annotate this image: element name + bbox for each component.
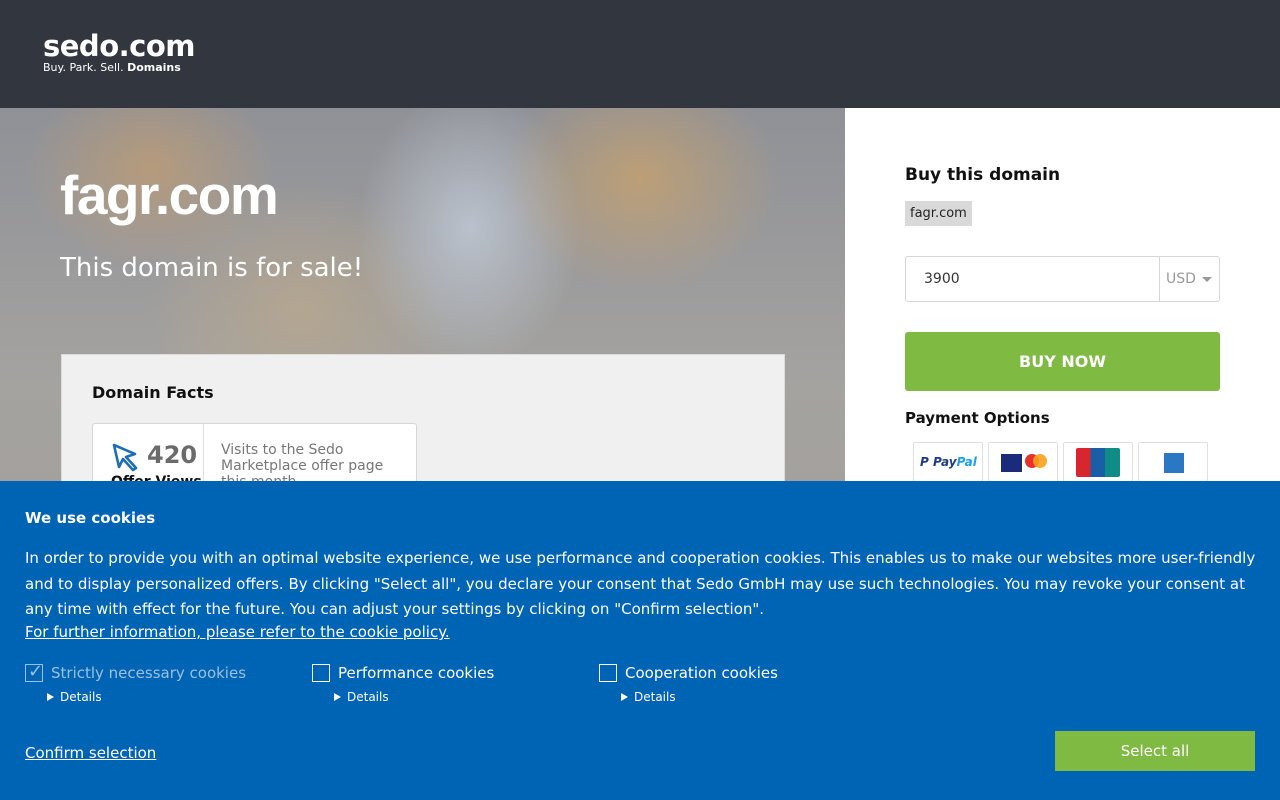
domain-facts-title: Domain Facts — [92, 383, 214, 402]
cookie-banner: We use cookies In order to provide you w… — [0, 481, 1280, 800]
unionpay-icon — [1076, 448, 1120, 477]
logo-text: sedo.com — [43, 29, 195, 63]
currency-select[interactable]: USD — [1160, 257, 1220, 301]
confirm-selection-link[interactable]: Confirm selection — [25, 744, 156, 762]
cursor-icon — [112, 443, 138, 472]
necessary-checkbox: ✓ — [25, 661, 44, 682]
unionpay-card — [1063, 442, 1133, 482]
triangle-right-icon — [47, 693, 54, 701]
buy-domain-title: Buy this domain — [905, 165, 1061, 185]
price-input[interactable] — [906, 257, 1160, 301]
site-header: sedo.com Buy. Park. Sell. Domains — [0, 0, 1280, 108]
paypal-icon: P PayPal — [920, 455, 977, 469]
triangle-right-icon — [334, 693, 341, 701]
amex-card — [1138, 442, 1208, 482]
sedo-logo[interactable]: sedo.com Buy. Park. Sell. Domains — [43, 30, 195, 74]
necessary-details-toggle[interactable]: Details — [47, 690, 102, 704]
select-all-button[interactable]: Select all — [1055, 731, 1255, 771]
details-label: Details — [634, 690, 676, 704]
cooperation-checkbox[interactable] — [599, 664, 617, 682]
cooperation-details-toggle[interactable]: Details — [621, 690, 676, 704]
performance-details-toggle[interactable]: Details — [334, 690, 389, 704]
currency-value: USD — [1166, 271, 1196, 287]
performance-label[interactable]: Performance cookies — [338, 664, 494, 682]
logo-tagline-bold: Domains — [127, 61, 181, 74]
for-sale-subtitle: This domain is for sale! — [60, 253, 364, 283]
cookie-body: In order to provide you with an optimal … — [25, 549, 1256, 618]
triangle-right-icon — [621, 693, 628, 701]
visa-mastercard-card — [988, 442, 1058, 482]
offer-views-count: 420 — [147, 441, 198, 469]
details-label: Details — [60, 690, 102, 704]
price-field: USD — [905, 256, 1220, 302]
domain-title: fagr.com — [60, 164, 279, 226]
cooperation-label[interactable]: Cooperation cookies — [625, 664, 778, 682]
visa-mastercard-icon — [1001, 454, 1022, 472]
caret-down-icon — [1202, 277, 1212, 282]
mastercard-yellow-circle — [1033, 454, 1047, 468]
domain-chip: fagr.com — [905, 201, 972, 226]
cookie-title: We use cookies — [25, 509, 156, 527]
payment-options-title: Payment Options — [905, 409, 1050, 427]
logo-tagline: Buy. Park. Sell. Domains — [43, 62, 195, 74]
necessary-label: Strictly necessary cookies — [51, 664, 247, 682]
amex-icon — [1164, 453, 1184, 473]
cookie-policy-link[interactable]: For further information, please refer to… — [25, 623, 450, 641]
performance-checkbox[interactable] — [312, 664, 330, 682]
check-icon: ✓ — [28, 661, 44, 682]
logo-tagline-plain: Buy. Park. Sell. — [43, 61, 124, 74]
buy-now-button[interactable]: BUY NOW — [905, 332, 1220, 391]
paypal-card: P PayPal — [913, 442, 983, 482]
details-label: Details — [347, 690, 389, 704]
